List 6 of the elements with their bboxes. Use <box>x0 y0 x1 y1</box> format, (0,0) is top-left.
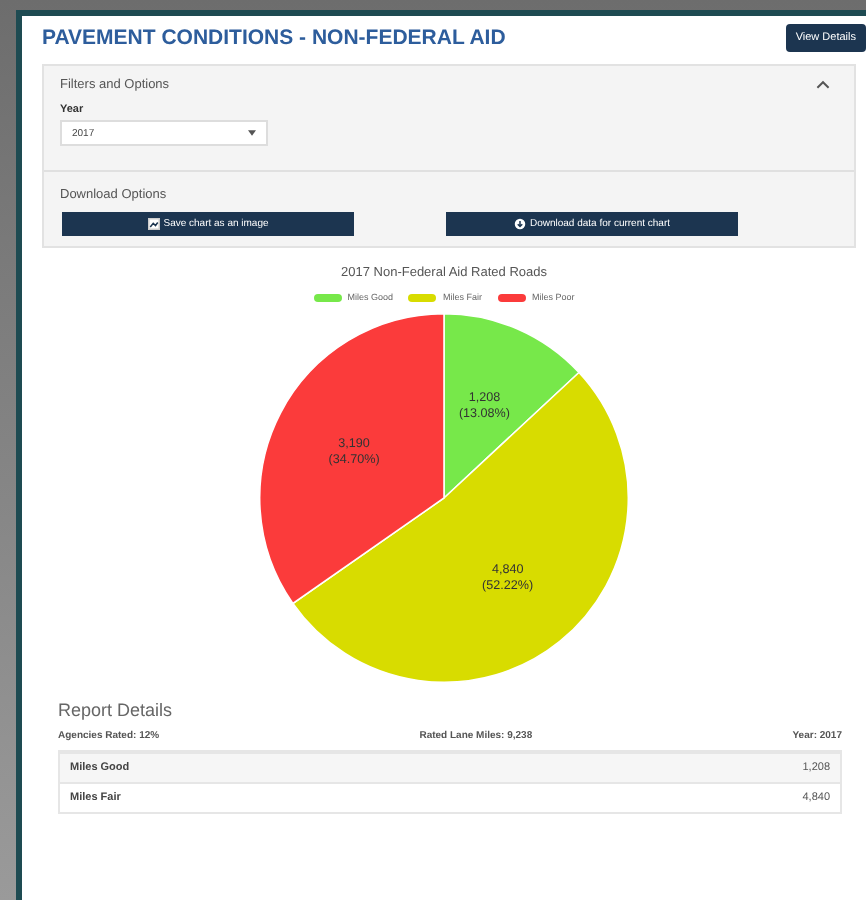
download-icon <box>513 218 526 230</box>
collapse-icon[interactable] <box>816 80 830 90</box>
modal-title: PAVEMENT CONDITIONS - NON-FEDERAL AID <box>42 26 506 50</box>
dropdown-caret-icon <box>248 130 256 136</box>
picture-icon <box>147 218 160 230</box>
report-heading: Report Details <box>58 700 175 720</box>
